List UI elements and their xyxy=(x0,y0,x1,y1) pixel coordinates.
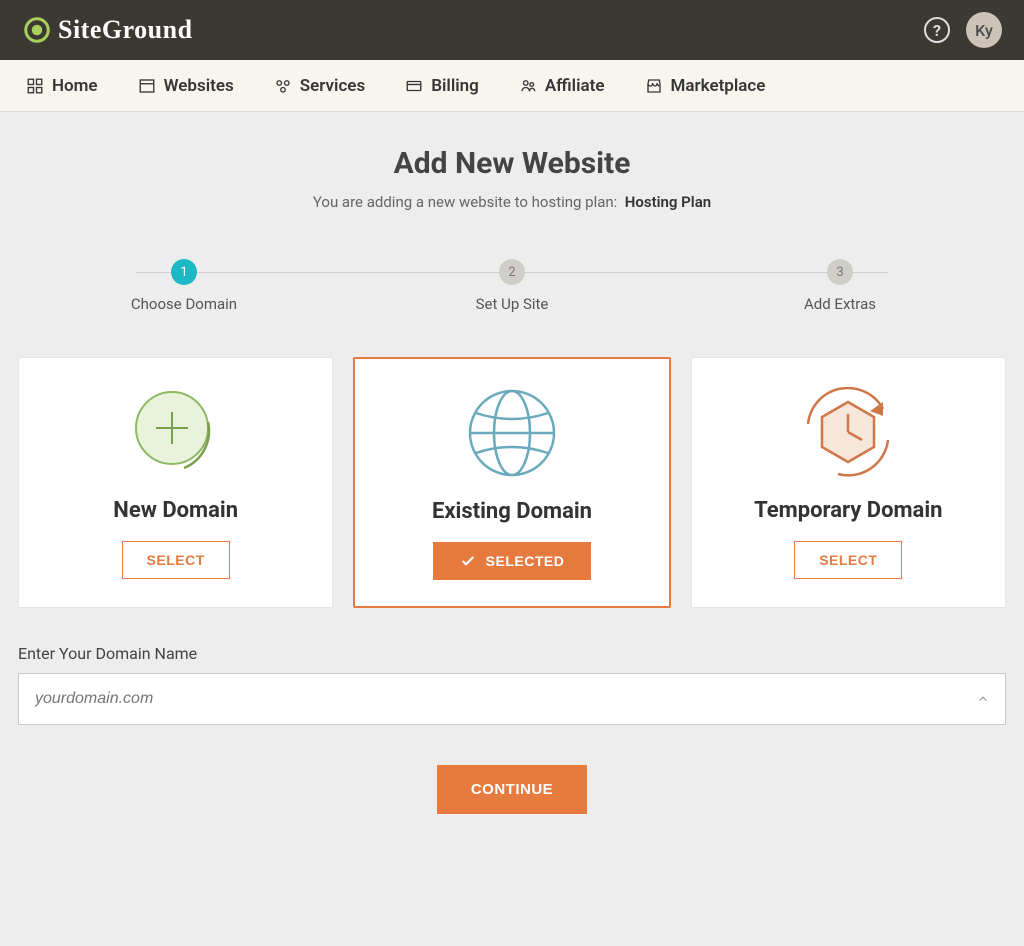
nav-websites[interactable]: Websites xyxy=(138,76,234,96)
clock-hexagon-icon xyxy=(798,384,898,480)
main-nav: Home Websites Services Billing Affiliate… xyxy=(0,60,1024,112)
nav-services[interactable]: Services xyxy=(274,76,365,96)
shop-icon xyxy=(645,77,663,95)
step-number: 2 xyxy=(499,259,525,285)
select-temporary-domain-button[interactable]: SELECT xyxy=(794,541,902,579)
plus-circle-icon xyxy=(126,384,226,480)
step-add-extras[interactable]: 3 Add Extras xyxy=(780,259,900,313)
card-new-domain[interactable]: New Domain SELECT xyxy=(18,357,333,608)
subtitle-prefix: You are adding a new website to hosting … xyxy=(313,193,617,211)
select-new-domain-button[interactable]: SELECT xyxy=(122,541,230,579)
button-label: SELECTED xyxy=(486,553,565,569)
brand-name: SiteGround xyxy=(58,15,193,45)
step-number: 1 xyxy=(171,259,197,285)
nav-billing[interactable]: Billing xyxy=(405,76,479,96)
globe-icon xyxy=(464,385,560,481)
card-title: Temporary Domain xyxy=(754,498,942,523)
domain-option-cards: New Domain SELECT Existing Domain SELECT… xyxy=(18,357,1006,608)
nav-home[interactable]: Home xyxy=(26,76,98,96)
card-title: Existing Domain xyxy=(432,499,592,524)
plan-name: Hosting Plan xyxy=(625,193,711,211)
nav-label: Websites xyxy=(164,76,234,96)
nav-label: Affiliate xyxy=(545,76,605,96)
step-label: Set Up Site xyxy=(476,295,549,313)
window-icon xyxy=(138,77,156,95)
step-choose-domain[interactable]: 1 Choose Domain xyxy=(124,259,244,313)
continue-button[interactable]: CONTINUE xyxy=(437,765,587,814)
domain-input[interactable] xyxy=(18,673,1006,725)
step-label: Choose Domain xyxy=(131,295,237,313)
main-content: Add New Website You are adding a new web… xyxy=(0,112,1024,874)
users-icon xyxy=(519,77,537,95)
step-label: Add Extras xyxy=(804,295,876,313)
selected-existing-domain-button[interactable]: SELECTED xyxy=(433,542,592,580)
nav-label: Marketplace xyxy=(671,76,766,96)
domain-field-label: Enter Your Domain Name xyxy=(18,644,1006,663)
top-bar: SiteGround ? Ky xyxy=(0,0,1024,60)
brand-logo[interactable]: SiteGround xyxy=(22,15,193,45)
domain-input-wrap xyxy=(18,673,1006,725)
progress-steps: 1 Choose Domain 2 Set Up Site 3 Add Extr… xyxy=(124,259,900,313)
nav-label: Services xyxy=(300,76,365,96)
help-icon[interactable]: ? xyxy=(924,17,950,43)
card-title: New Domain xyxy=(113,498,238,523)
grid-icon xyxy=(26,77,44,95)
nav-marketplace[interactable]: Marketplace xyxy=(645,76,766,96)
nav-affiliate[interactable]: Affiliate xyxy=(519,76,605,96)
user-avatar[interactable]: Ky xyxy=(966,12,1002,48)
nav-label: Billing xyxy=(431,76,479,96)
card-icon xyxy=(405,77,423,95)
page-title: Add New Website xyxy=(18,146,1006,181)
brand-mark-icon xyxy=(22,15,52,45)
page-subtitle: You are adding a new website to hosting … xyxy=(18,193,1006,211)
card-existing-domain[interactable]: Existing Domain SELECTED xyxy=(353,357,670,608)
step-number: 3 xyxy=(827,259,853,285)
card-temporary-domain[interactable]: Temporary Domain SELECT xyxy=(691,357,1006,608)
step-set-up-site[interactable]: 2 Set Up Site xyxy=(452,259,572,313)
continue-wrap: CONTINUE xyxy=(18,765,1006,814)
top-right-controls: ? Ky xyxy=(924,12,1002,48)
nav-label: Home xyxy=(52,76,98,96)
services-icon xyxy=(274,77,292,95)
check-icon xyxy=(460,553,476,569)
